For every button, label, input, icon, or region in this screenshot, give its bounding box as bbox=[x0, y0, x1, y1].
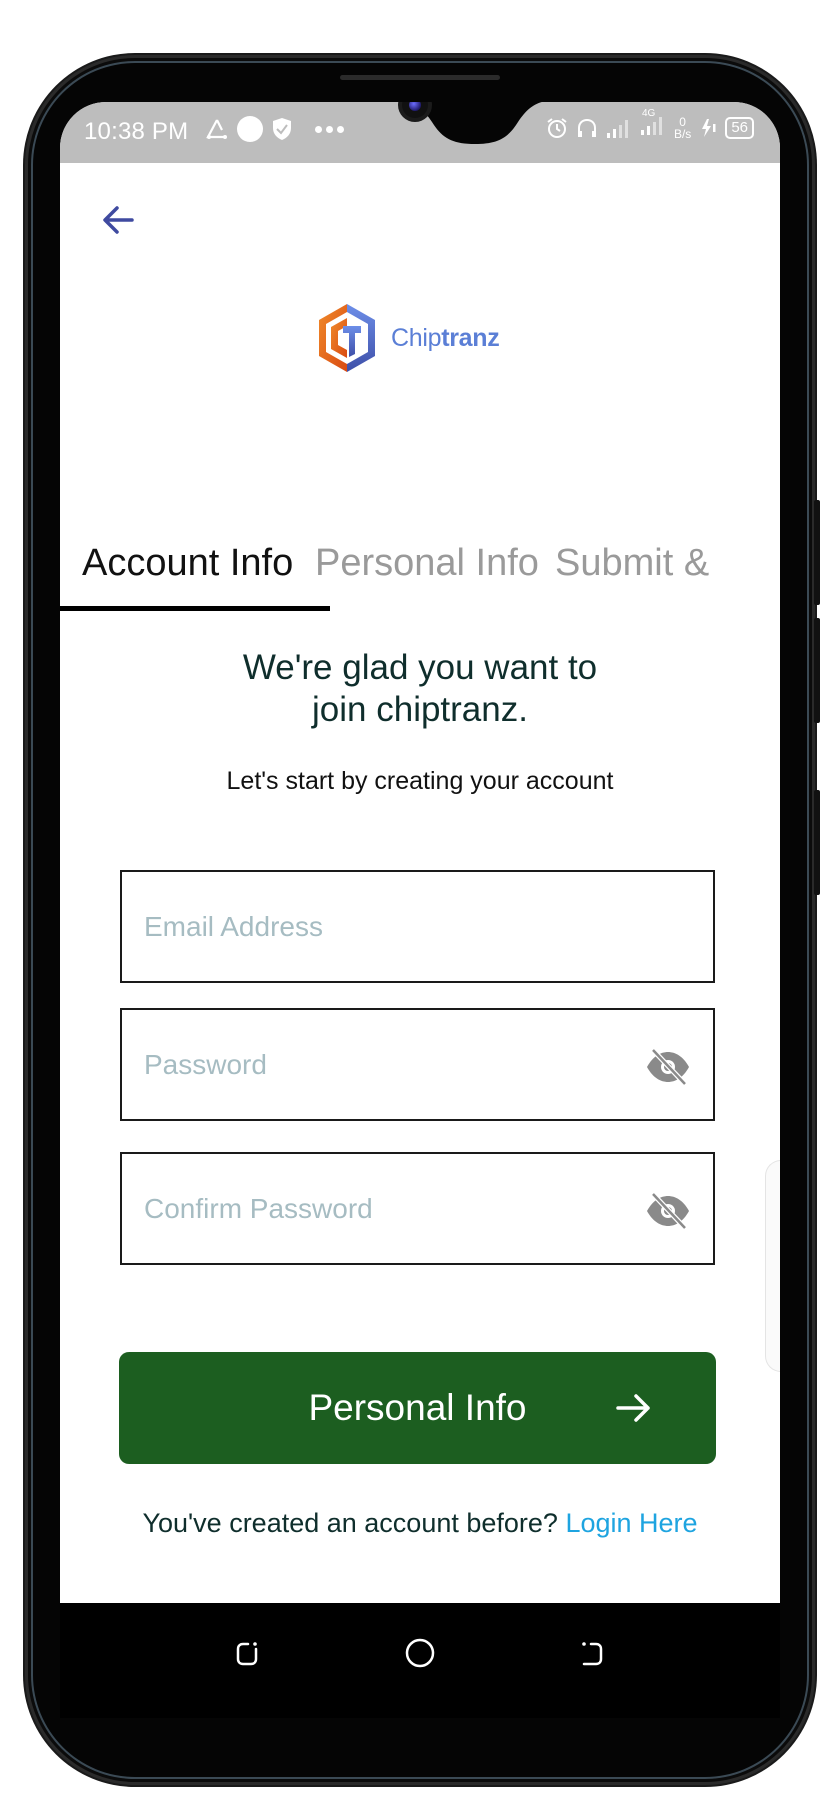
app-screen: 10:38 PM 4G 0 B/s 56 Chiptranz Account I… bbox=[60, 102, 780, 1603]
confirm-password-field[interactable] bbox=[120, 1152, 715, 1265]
signal-icon bbox=[606, 119, 628, 138]
net-speed-value: 0 bbox=[679, 114, 686, 129]
logo-wordmark: Chiptranz bbox=[391, 323, 500, 353]
heading-line-2: join chiptranz. bbox=[312, 690, 528, 729]
email-input[interactable] bbox=[144, 872, 624, 981]
chiptranz-hexagon-logo-icon bbox=[319, 304, 375, 372]
email-field[interactable] bbox=[120, 870, 715, 983]
arrow-right-icon bbox=[616, 1394, 650, 1422]
shield-check-icon bbox=[273, 118, 291, 140]
more-dots-icon bbox=[313, 125, 346, 133]
phone-side-button bbox=[814, 618, 820, 723]
phone-speaker bbox=[340, 75, 500, 80]
status-left-icons bbox=[205, 116, 346, 142]
back-button[interactable] bbox=[98, 200, 138, 240]
password-field[interactable] bbox=[120, 1008, 715, 1121]
eye-off-icon[interactable] bbox=[645, 1048, 691, 1086]
confirm-password-input[interactable] bbox=[144, 1154, 624, 1263]
triangle-icon bbox=[206, 119, 227, 139]
next-button-label: Personal Info bbox=[308, 1387, 527, 1428]
alarm-icon bbox=[547, 117, 567, 138]
heading-line-1: We're glad you want to bbox=[242, 648, 598, 687]
charging-bolt-icon bbox=[702, 118, 716, 137]
network-speed: 0 B/s bbox=[674, 116, 691, 140]
home-icon[interactable] bbox=[402, 1635, 438, 1671]
eye-off-icon[interactable] bbox=[645, 1192, 691, 1230]
logo-text-bold: tranz bbox=[441, 323, 500, 352]
recents-icon[interactable] bbox=[230, 1635, 266, 1671]
tab-submit[interactable]: Submit & bbox=[555, 542, 709, 585]
password-input[interactable] bbox=[144, 1010, 624, 1119]
step-tabs: Account Info Personal Info Submit & bbox=[60, 492, 780, 612]
page-subheading: Let's start by creating your account bbox=[226, 767, 614, 795]
login-here-link[interactable]: Login Here bbox=[565, 1508, 697, 1538]
side-panel-handle[interactable] bbox=[765, 1160, 780, 1372]
page-heading: We're glad you want to join chiptranz. bbox=[60, 647, 780, 731]
status-right-icons: 4G 0 B/s 56 bbox=[546, 108, 754, 141]
phone-side-button bbox=[814, 500, 820, 605]
tab-account-info[interactable]: Account Info bbox=[82, 542, 293, 585]
system-nav-bar bbox=[60, 1603, 780, 1718]
login-prompt: You've created an account before? Login … bbox=[60, 1508, 780, 1539]
battery-indicator: 56 bbox=[725, 116, 754, 139]
headphones-icon bbox=[577, 118, 596, 137]
tab-personal-info[interactable]: Personal Info bbox=[315, 542, 539, 585]
network-type-label: 4G bbox=[641, 108, 656, 119]
arrow-left-icon bbox=[103, 206, 134, 234]
status-time: 10:38 PM bbox=[84, 118, 189, 145]
back-nav-icon[interactable] bbox=[574, 1635, 610, 1671]
signal-4g-icon: 4G bbox=[640, 108, 666, 141]
chiptranz-logo: Chiptranz bbox=[315, 302, 500, 374]
personal-info-next-button[interactable]: Personal Info bbox=[119, 1352, 716, 1464]
login-prompt-text: You've created an account before? bbox=[142, 1508, 558, 1538]
phone-side-button bbox=[814, 790, 820, 895]
active-tab-indicator bbox=[60, 606, 330, 611]
logo-text-regular: Chip bbox=[391, 323, 442, 352]
circle-icon bbox=[237, 116, 263, 142]
net-speed-unit: B/s bbox=[673, 126, 692, 141]
